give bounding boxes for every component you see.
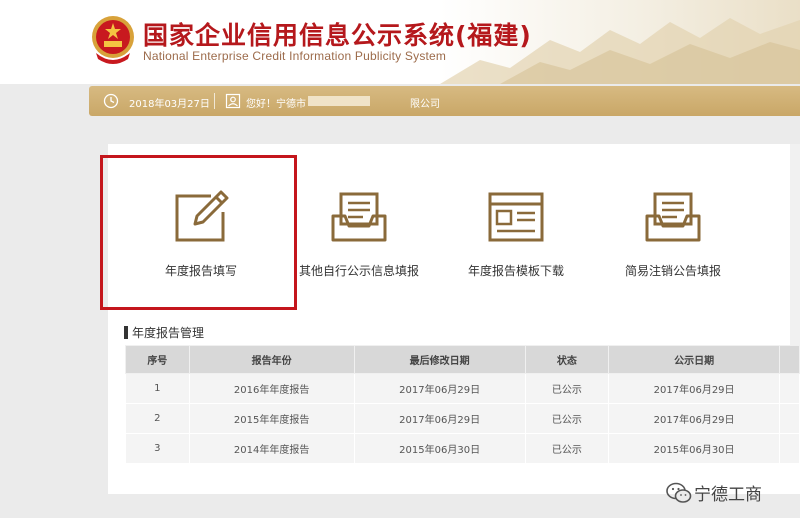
- tile-simple-cancellation[interactable]: 简易注销公告填报: [612, 190, 734, 279]
- cell-publish-date: 2017年06月29日: [608, 403, 781, 434]
- cell-last-modified: 2015年06月30日: [353, 433, 526, 464]
- table-row[interactable]: 2 2015年年度报告 2017年06月29日 已公示 2017年06月29日: [125, 403, 800, 434]
- col-header-report-year: 报告年份: [188, 345, 355, 374]
- greeting-suffix: 限公司: [410, 99, 440, 110]
- section-title-text: 年度报告管理: [132, 326, 205, 340]
- table-row[interactable]: 3 2014年年度报告 2015年06月30日 已公示 2015年06月30日: [125, 433, 800, 464]
- cell-status: 已公示: [524, 373, 610, 404]
- table-header-row: 序号 报告年份 最后修改日期 状态 公示日期: [125, 345, 800, 374]
- col-header-index: 序号: [125, 345, 190, 374]
- section-title: 年度报告管理: [124, 324, 204, 341]
- site-header: 国家企业信用信息公示系统(福建) National Enterprise Cre…: [0, 0, 800, 84]
- national-emblem-icon: [92, 16, 134, 64]
- inbox-form-icon: [645, 192, 701, 242]
- tile-label: 年度报告填写: [164, 264, 237, 278]
- cell-report-year: 2014年年度报告: [188, 433, 355, 464]
- col-header-publish-date: 公示日期: [608, 345, 781, 374]
- template-icon: [488, 192, 544, 242]
- wechat-icon: [666, 482, 692, 503]
- greeting-prefix: 您好！宁德市: [246, 99, 306, 110]
- tile-label: 简易注销公告填报: [624, 264, 721, 278]
- info-bar: 2018年03月27日 您好！宁德市 限公司: [89, 86, 800, 116]
- watermark-text: 宁德工商: [694, 485, 762, 505]
- cell-index: 2: [125, 403, 190, 434]
- cell-publish-date: 2015年06月30日: [608, 433, 781, 464]
- cell-extra: [779, 373, 800, 404]
- cell-extra: [779, 433, 800, 464]
- cell-last-modified: 2017年06月29日: [353, 373, 526, 404]
- tile-template-download[interactable]: 年度报告模板下载: [455, 190, 577, 279]
- tile-other-disclosure[interactable]: 其他自行公示信息填报: [293, 190, 425, 279]
- col-header-status: 状态: [524, 345, 610, 374]
- site-subtitle: National Enterprise Credit Information P…: [143, 49, 447, 63]
- user-icon: [225, 93, 241, 109]
- cell-publish-date: 2017年06月29日: [608, 373, 781, 404]
- cell-status: 已公示: [524, 403, 610, 434]
- tile-annual-report-fill[interactable]: 年度报告填写: [134, 190, 268, 279]
- tile-label: 年度报告模板下载: [467, 264, 564, 278]
- current-date: 2018年03月27日: [129, 99, 210, 110]
- redacted-company-name: [308, 96, 370, 106]
- clock-icon: [103, 93, 119, 109]
- inbox-form-icon: [331, 192, 387, 242]
- cell-index: 1: [125, 373, 190, 404]
- annual-report-table: 序号 报告年份 最后修改日期 状态 公示日期 1 2016年年度报告 2017年…: [125, 345, 800, 464]
- cell-report-year: 2016年年度报告: [188, 373, 355, 404]
- cell-status: 已公示: [524, 433, 610, 464]
- cell-index: 3: [125, 433, 190, 464]
- section-marker: [124, 326, 128, 339]
- cell-last-modified: 2017年06月29日: [353, 403, 526, 434]
- tile-label: 其他自行公示信息填报: [298, 264, 419, 278]
- cell-report-year: 2015年年度报告: [188, 403, 355, 434]
- col-header-last-modified: 最后修改日期: [353, 345, 526, 374]
- edit-icon: [175, 190, 229, 242]
- divider: [214, 93, 215, 109]
- col-header-extra: [779, 345, 800, 374]
- site-title: 国家企业信用信息公示系统(福建): [143, 21, 532, 50]
- cell-extra: [779, 403, 800, 434]
- table-row[interactable]: 1 2016年年度报告 2017年06月29日 已公示 2017年06月29日: [125, 373, 800, 404]
